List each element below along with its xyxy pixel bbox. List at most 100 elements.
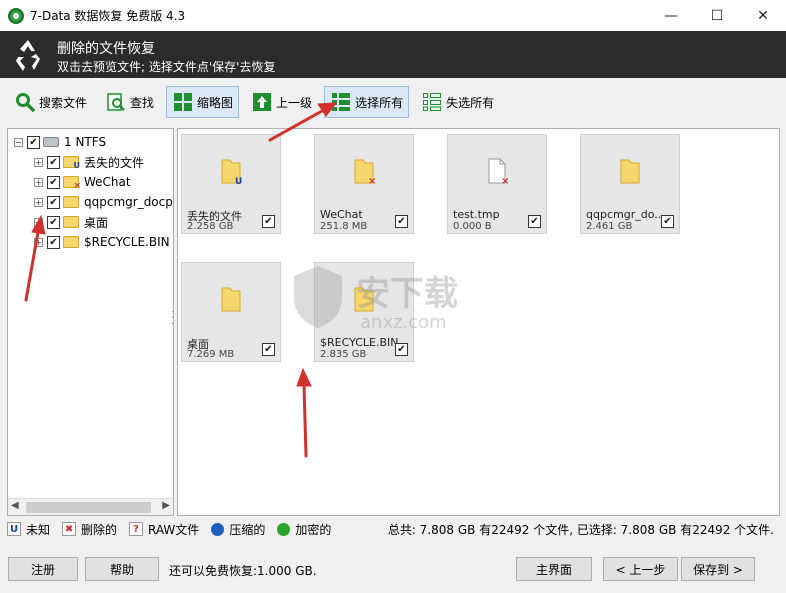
scroll-left-icon[interactable]: ◀ [11, 500, 19, 511]
legend-label: 加密的 [295, 522, 332, 537]
tree-item[interactable]: + ✔ U 丢失的文件 [34, 152, 144, 172]
tree-item[interactable]: + ✔ $RECYCLE.BIN [34, 232, 170, 252]
bottom-bar: 注册 帮助 还可以免费恢复:1.000 GB. 主界面 < 上一步 保存到 > [0, 545, 786, 593]
file-size: 7.269 MB [187, 349, 235, 360]
svg-text:×: × [368, 176, 375, 185]
file-size: 2.258 GB [187, 221, 234, 232]
folder-tree[interactable]: − ✔ 1 NTFS + ✔ U 丢失的文件 + ✔ × WeChat + ✔ … [7, 128, 174, 516]
svg-text:U: U [235, 177, 242, 185]
raw-file-icon: ? [129, 522, 144, 536]
file-card[interactable]: U 丢失的文件 2.258 GB ✔ [181, 134, 281, 234]
find-button[interactable]: 查找 [99, 86, 160, 118]
horizontal-scrollbar[interactable]: ◀ ▶ [8, 498, 173, 515]
panel-splitter[interactable]: · · · [171, 308, 174, 330]
lost-folder-icon: U [221, 159, 242, 185]
collapse-toggle[interactable]: − [14, 137, 23, 147]
deselect-all-label: 失选所有 [446, 95, 495, 110]
close-button[interactable]: ✕ [740, 0, 786, 31]
search-files-label: 搜索文件 [39, 95, 88, 110]
file-checkbox[interactable]: ✔ [661, 215, 674, 228]
find-label: 查找 [130, 95, 155, 110]
select-all-button[interactable]: 选择所有 [324, 86, 410, 118]
file-card[interactable]: × test.tmp 0.000 B ✔ [447, 134, 547, 234]
tree-checkbox[interactable]: ✔ [47, 195, 60, 209]
register-button[interactable]: 注册 [8, 557, 78, 581]
file-size: 2.461 GB [586, 221, 633, 232]
tree-checkbox[interactable]: ✔ [27, 135, 40, 149]
folder-icon [221, 287, 241, 312]
expand-toggle[interactable]: + [34, 237, 43, 247]
main-menu-button[interactable]: 主界面 [516, 557, 592, 581]
page-header: 删除的文件恢复 双击去预览文件; 选择文件点'保存'去恢复 [0, 31, 786, 78]
free-quota-text: 还可以免费恢复:1.000 GB. [169, 564, 317, 578]
search-icon [14, 91, 36, 113]
scrollbar-thumb[interactable] [26, 502, 151, 513]
page-subtitle: 双击去预览文件; 选择文件点'保存'去恢复 [57, 60, 276, 74]
file-checkbox[interactable]: ✔ [395, 343, 408, 356]
help-button[interactable]: 帮助 [85, 557, 159, 581]
file-size: 0.000 B [453, 221, 492, 232]
unknown-icon: U [7, 522, 21, 536]
tree-root-row[interactable]: − ✔ 1 NTFS [14, 132, 106, 152]
file-card[interactable]: × WeChat 251.8 MB ✔ [314, 134, 414, 234]
tree-root-label: 1 NTFS [64, 135, 107, 149]
tree-item[interactable]: + ✔ × WeChat [34, 172, 131, 192]
legend-raw: ? RAW文件 [129, 521, 199, 538]
file-checkbox[interactable]: ✔ [528, 215, 541, 228]
tree-checkbox[interactable]: ✔ [47, 175, 60, 189]
legend-label: RAW文件 [148, 522, 200, 537]
svg-text:×: × [501, 176, 508, 185]
back-button[interactable]: < 上一步 [603, 557, 678, 581]
legend-label: 未知 [26, 522, 51, 537]
compressed-dot-icon [211, 522, 225, 536]
legend-unknown: U 未知 [7, 521, 50, 538]
tree-item-label: 丢失的文件 [84, 155, 145, 170]
expand-toggle[interactable]: + [34, 177, 43, 187]
legend-compressed: 压缩的 [211, 521, 265, 538]
file-checkbox[interactable]: ✔ [395, 215, 408, 228]
select-all-icon [330, 91, 352, 113]
up-level-button[interactable]: 上一级 [245, 86, 318, 118]
file-card[interactable]: 桌面 7.269 MB ✔ [181, 262, 281, 362]
minimize-button[interactable]: — [648, 0, 694, 31]
tree-checkbox[interactable]: ✔ [47, 235, 60, 249]
tree-item[interactable]: + ✔ 桌面 [34, 212, 108, 232]
tree-checkbox[interactable]: ✔ [47, 155, 60, 169]
legend-bar: U 未知 ✖ 删除的 ? RAW文件 压缩的 加密的 总共: 7.808 GB … [7, 518, 780, 540]
file-checkbox[interactable]: ✔ [262, 215, 275, 228]
file-checkbox[interactable]: ✔ [262, 343, 275, 356]
scroll-right-icon[interactable]: ▶ [162, 500, 170, 511]
expand-toggle[interactable]: + [34, 157, 43, 167]
tree-item[interactable]: + ✔ qqpcmgr_docp [34, 192, 173, 212]
search-files-button[interactable]: 搜索文件 [8, 86, 93, 118]
select-all-label: 选择所有 [355, 95, 404, 110]
folder-icon [354, 287, 374, 312]
deleted-icon: ✖ [62, 522, 77, 536]
file-card[interactable]: qqpcmgr_do... 2.461 GB ✔ [580, 134, 680, 234]
deselect-all-button[interactable]: 失选所有 [415, 86, 500, 118]
page-title: 删除的文件恢复 [57, 41, 155, 57]
folder-icon [63, 236, 79, 248]
save-to-button[interactable]: 保存到 > [681, 557, 755, 581]
thumbnails-button[interactable]: 缩略图 [166, 86, 240, 118]
folder-icon [63, 196, 79, 208]
drive-icon [43, 137, 59, 147]
toolbar: 搜索文件 查找 缩略图 上一级 选择所有 失选所有 [0, 78, 786, 126]
find-icon [105, 91, 127, 113]
tree-checkbox[interactable]: ✔ [47, 215, 60, 229]
deleted-folder-icon: × [354, 159, 375, 185]
tree-item-label: WeChat [84, 175, 131, 189]
encrypted-dot-icon [277, 522, 291, 536]
file-size: 251.8 MB [320, 221, 368, 232]
expand-toggle[interactable]: + [34, 197, 43, 207]
legend-encrypted: 加密的 [277, 521, 331, 538]
thumbnails-label: 缩略图 [197, 95, 234, 110]
file-card[interactable]: $RECYCLE.BIN 2.835 GB ✔ [314, 262, 414, 362]
legend-deleted: ✖ 删除的 [62, 521, 117, 538]
folder-icon [63, 216, 79, 228]
tree-item-label: 桌面 [84, 215, 109, 230]
file-name: $RECYCLE.BIN [320, 336, 399, 349]
expand-toggle[interactable]: + [34, 217, 43, 227]
deleted-file-icon: × [488, 158, 508, 185]
maximize-button[interactable]: ☐ [694, 0, 740, 31]
